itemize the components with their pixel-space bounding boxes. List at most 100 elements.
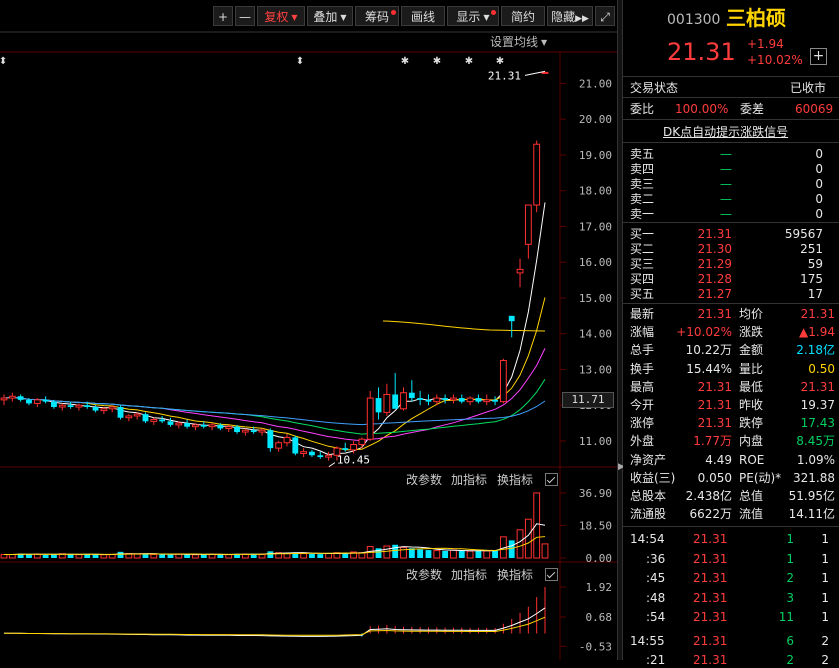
candle-body [466, 397, 474, 403]
sell-row: 卖二 — 0 [623, 191, 839, 207]
stat-value: 21.31 [800, 379, 835, 394]
event-marker-icon: ✱ [465, 56, 473, 67]
candle-body [541, 71, 549, 74]
sell-level-label: 卖三 [630, 177, 655, 191]
candle-body [67, 405, 74, 408]
tick-row: 14:55 21.31 6 2 [623, 633, 839, 649]
candle-body [217, 424, 224, 429]
sell-level-label: 卖五 [630, 147, 655, 161]
vol-add-indicator-button[interactable]: 加指标 [451, 471, 487, 488]
tick-price: 21.31 [693, 551, 728, 566]
volume-bar [383, 545, 391, 559]
sell-price: — [720, 177, 732, 191]
candle-body [100, 408, 108, 412]
volume-bar [309, 553, 315, 558]
buy-volume: 175 [800, 272, 823, 286]
candle-body [342, 448, 349, 450]
tick-time: :54 [646, 610, 666, 624]
volume-bar [524, 518, 532, 559]
stat-row: 最新 21.31 均价 21.31 [623, 306, 839, 322]
ind-checkbox[interactable] [545, 568, 558, 581]
dk-signal-link[interactable]: DK点自动提示涨跌信号 [663, 124, 788, 140]
sell-row: 卖三 — 0 [623, 176, 839, 192]
buy-price: 21.29 [697, 257, 732, 271]
y-tick-label: 14.00 [579, 328, 612, 341]
stat-label: ROE [739, 452, 765, 467]
tick-count: 1 [821, 590, 829, 605]
trade-status-label: 交易状态 [630, 81, 679, 95]
tick-count: 1 [821, 610, 829, 624]
event-markers: ⬍ ⬍ ✱ ✱ ✱ ✱ [0, 56, 504, 67]
volume-bar [317, 554, 324, 558]
stat-value: +10.02% [676, 325, 732, 340]
add-watchlist-button[interactable]: + [810, 48, 827, 65]
stat-value: 21.31 [697, 379, 732, 394]
buy-volume: 17 [807, 287, 823, 301]
stat-label: 跌停 [739, 416, 764, 431]
volume-bar [108, 553, 116, 559]
buy-row: 买二 21.30 251 [623, 241, 839, 257]
tick-price: 21.31 [693, 653, 728, 667]
ind-add-indicator-button[interactable]: 加指标 [451, 566, 487, 583]
candle-body [400, 392, 407, 410]
candle-body [425, 399, 432, 402]
tick-time: :36 [646, 551, 666, 566]
stat-value: 1.77万 [693, 434, 732, 449]
stat-row: 收益(三) 0.050 PE(动)* 321.88 [623, 470, 839, 486]
event-marker-icon: ✱ [496, 56, 504, 67]
ind-switch-indicator-button[interactable]: 换指标 [497, 566, 533, 583]
volume-bar [117, 551, 124, 558]
vol-checkbox[interactable] [545, 473, 558, 486]
reference-line [382, 320, 546, 332]
volume-bar [67, 554, 74, 558]
event-marker-icon: ✱ [433, 56, 441, 67]
event-marker-icon: ✱ [401, 56, 409, 67]
annotation-label: 21.31 [488, 69, 521, 82]
vol-ma5-line [4, 523, 546, 556]
stat-label: 流通股 [630, 507, 667, 522]
candle-body [142, 414, 149, 422]
candle-body [442, 398, 449, 400]
main-annotations: 21.31 10.45 [328, 69, 546, 468]
buy-volume: 59567 [784, 227, 823, 241]
vol-switch-indicator-button[interactable]: 换指标 [497, 471, 533, 488]
stat-label: 换手 [630, 361, 655, 376]
y-tick-label: 20.00 [579, 113, 612, 126]
stock-name: 三柏硕 [726, 6, 786, 30]
ind-change-params-button[interactable]: 改参数 [406, 566, 442, 583]
vol-tick-label: 18.50 [579, 519, 612, 532]
candle-body [408, 392, 415, 399]
volume-bar [225, 554, 233, 559]
stat-value: 4.49 [705, 452, 732, 467]
volume-bar [442, 550, 449, 558]
sell-row: 卖一 — 0 [623, 206, 839, 222]
candle-body [234, 426, 240, 433]
stat-row: 流通股 6622万 流值 14.11亿 [623, 506, 839, 522]
volume-bar [492, 550, 498, 558]
y-tick-label: 16.00 [579, 256, 612, 269]
volume-bar [8, 553, 16, 559]
tick-price: 21.31 [693, 610, 728, 624]
tick-price: 21.31 [693, 571, 728, 585]
tick-row: 14:54 21.31 1 1 [623, 531, 839, 547]
candle-body [258, 429, 266, 433]
candle-body [275, 442, 283, 449]
stat-label: 金额 [739, 343, 764, 358]
vol-change-params-button[interactable]: 改参数 [406, 471, 442, 488]
volume-bar [516, 529, 524, 559]
candle-body [250, 430, 257, 433]
ind-tick-label: 0.68 [586, 611, 613, 624]
volume-bar [483, 550, 491, 559]
stat-value: ▲1.94 [799, 325, 835, 340]
stat-value: 21.31 [697, 307, 732, 321]
candle-body [225, 426, 233, 429]
tick-price: 21.31 [693, 633, 728, 648]
candle-body [167, 421, 174, 425]
buy-level-label: 买二 [630, 242, 655, 256]
candle-body [508, 315, 515, 322]
candle-body [117, 407, 124, 418]
stat-row: 最高 21.31 最低 21.31 [623, 379, 839, 395]
buy-price: 21.27 [697, 287, 732, 301]
ind-tick-label: 1.92 [586, 581, 613, 594]
stat-value: 1.09% [796, 452, 835, 467]
